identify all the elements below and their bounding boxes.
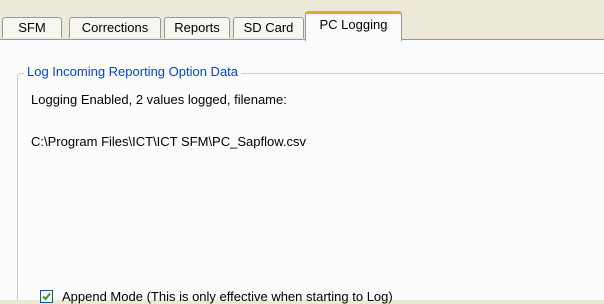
tab-strip: SFM Corrections Reports SD Card PC Loggi… bbox=[0, 0, 604, 41]
tab-sd-card[interactable]: SD Card bbox=[233, 17, 304, 38]
tab-reports[interactable]: Reports bbox=[164, 17, 230, 38]
tab-panel: Log Incoming Reporting Option Data Loggi… bbox=[0, 39, 604, 304]
tab-sfm[interactable]: SFM bbox=[2, 17, 62, 38]
append-mode-checkbox[interactable] bbox=[40, 290, 53, 303]
append-mode-label: Append Mode (This is only effective when… bbox=[62, 289, 393, 304]
log-filename-text: C:\Program Files\ICT\ICT SFM\PC_Sapflow.… bbox=[31, 134, 306, 149]
tab-pc-logging[interactable]: PC Logging bbox=[305, 11, 402, 41]
tab-corrections[interactable]: Corrections bbox=[69, 17, 161, 38]
append-mode-option[interactable]: Append Mode (This is only effective when… bbox=[40, 289, 393, 304]
logging-status-text: Logging Enabled, 2 values logged, filena… bbox=[31, 92, 287, 107]
group-title: Log Incoming Reporting Option Data bbox=[24, 64, 242, 79]
log-options-group: Log Incoming Reporting Option Data Loggi… bbox=[17, 64, 604, 304]
